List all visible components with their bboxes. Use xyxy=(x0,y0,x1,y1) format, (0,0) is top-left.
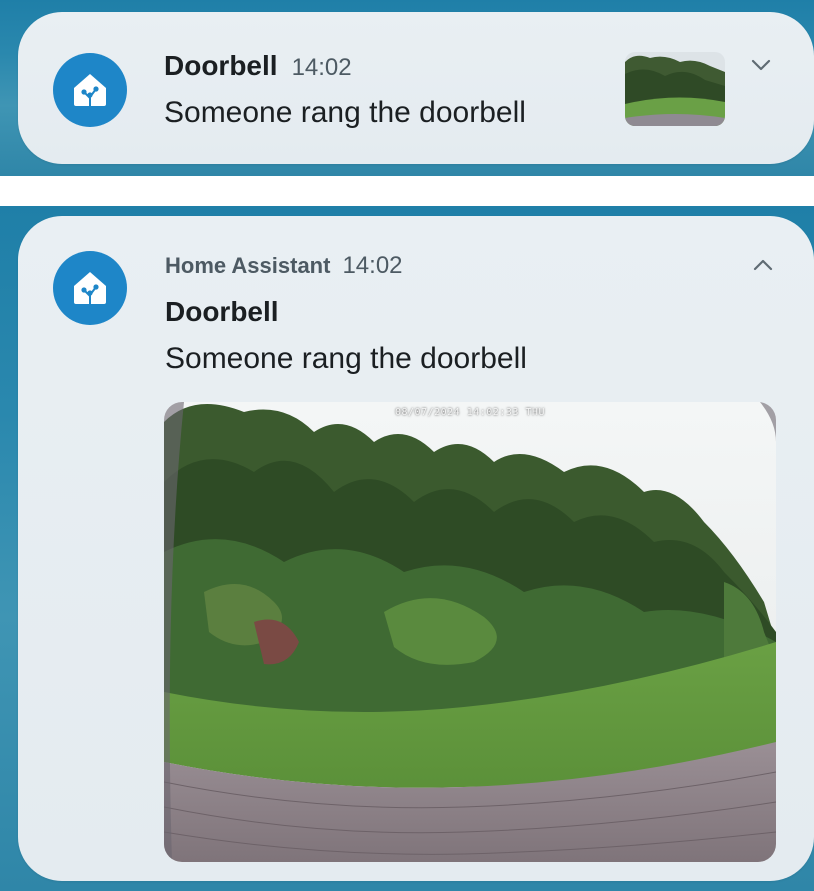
home-assistant-icon xyxy=(53,251,127,325)
notification-time: 14:02 xyxy=(342,252,403,279)
chevron-up-icon[interactable] xyxy=(748,250,778,280)
doorbell-thumbnail[interactable] xyxy=(625,52,725,126)
notification-title-row: Doorbell 14:02 xyxy=(164,50,352,82)
doorbell-camera-image[interactable]: 08/07/2024 14:02:33 THU xyxy=(164,402,776,862)
notification-expanded[interactable]: Home Assistant 14:02 Doorbell Someone ra… xyxy=(18,216,814,881)
notification-time: 14:02 xyxy=(291,54,352,81)
chevron-down-icon[interactable] xyxy=(746,50,776,80)
app-name: Home Assistant xyxy=(165,253,331,278)
camera-timestamp-overlay: 08/07/2024 14:02:33 THU xyxy=(395,407,545,418)
notification-header-row: Home Assistant 14:02 xyxy=(165,252,403,280)
notification-title: Doorbell xyxy=(165,296,279,327)
notification-body: Someone rang the doorbell xyxy=(165,342,527,375)
home-assistant-icon xyxy=(53,53,127,127)
notification-body: Someone rang the doorbell xyxy=(164,96,526,129)
notification-collapsed[interactable]: Doorbell 14:02 Someone rang the doorbell xyxy=(18,12,814,164)
notification-title: Doorbell xyxy=(164,50,278,81)
